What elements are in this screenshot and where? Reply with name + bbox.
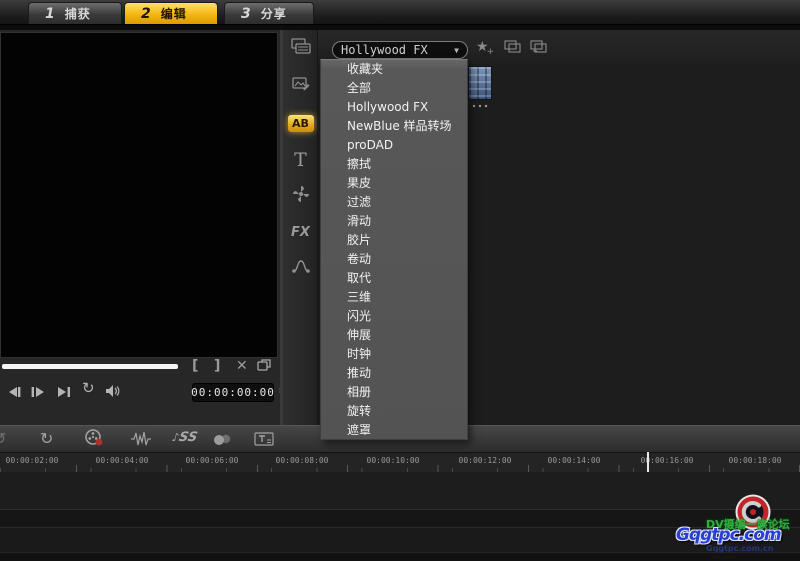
gallery-view-button-1[interactable]	[504, 39, 522, 58]
video-editor-window: 1 捕获 2 编辑 3 分享 [ ] ✕	[0, 0, 800, 561]
tab-capture[interactable]: 1 捕获	[28, 2, 122, 24]
dropdown-item[interactable]: 伸展	[321, 326, 467, 345]
previous-frame-icon[interactable]	[6, 383, 22, 402]
transition-ab-icon: AB	[288, 115, 314, 132]
tab-capture-number: 1	[45, 6, 55, 22]
ruler-label: 00:00:12:00	[449, 456, 521, 465]
split-clip-icon[interactable]: ✕	[236, 358, 248, 374]
library-nav-column: AB T FX	[283, 30, 318, 425]
dropdown-item[interactable]: 滑动	[321, 212, 467, 231]
add-to-favorites-button[interactable]: ★+	[476, 39, 496, 55]
list-view-icon	[530, 40, 548, 54]
path-icon	[292, 258, 310, 278]
nav-filter-button[interactable]: FX	[283, 215, 318, 249]
dropdown-item[interactable]: 擦拭	[321, 155, 467, 174]
watermark-sub-text: Gqgtpc.com.cn	[706, 544, 773, 553]
subtitle-editor-icon[interactable]	[254, 431, 274, 451]
tab-share-number: 3	[241, 6, 251, 22]
category-dropdown-value: Hollywood FX	[341, 43, 428, 57]
dropdown-item[interactable]: 胶片	[321, 231, 467, 250]
plus-icon: +	[487, 47, 495, 57]
ruler-label: 00:00:08:00	[266, 456, 338, 465]
photo-icon	[292, 76, 310, 96]
timeline-ruler[interactable]: 00:00:02:00 00:00:04:00 00:00:06:00 00:0…	[0, 452, 800, 472]
auto-music-icon[interactable]: ♪SS	[170, 430, 198, 445]
nav-media-button[interactable]	[283, 31, 318, 65]
undo-icon[interactable]: ↺	[0, 430, 6, 448]
nav-instant-project-button[interactable]	[283, 69, 318, 103]
category-dropdown-menu: 收藏夹 全部 Hollywood FX NewBlue 样品转场 proDAD …	[320, 59, 468, 440]
dropdown-item[interactable]: 推动	[321, 364, 467, 383]
dropdown-item[interactable]: 全部	[321, 79, 467, 98]
transition-thumbnail[interactable]	[468, 66, 492, 100]
tab-edit[interactable]: 2 编辑	[124, 2, 218, 24]
painting-creator-icon[interactable]	[212, 432, 232, 451]
ruler-label: 00:00:04:00	[86, 456, 158, 465]
timecode-value: 00:00:00:00	[191, 386, 275, 399]
dropdown-item[interactable]: Hollywood FX	[321, 98, 467, 117]
dropdown-item[interactable]: 时钟	[321, 345, 467, 364]
nav-transition-button[interactable]: AB	[283, 106, 318, 140]
dropdown-item[interactable]: 过滤	[321, 193, 467, 212]
sound-mixer-icon[interactable]	[130, 431, 152, 451]
dropdown-item[interactable]: proDAD	[321, 136, 467, 155]
enlarge-preview-icon[interactable]	[256, 358, 272, 376]
ruler-label: 00:00:14:00	[538, 456, 610, 465]
tab-edit-number: 2	[141, 6, 151, 22]
dropdown-item[interactable]: 相册	[321, 383, 467, 402]
mark-in-button[interactable]: [	[192, 358, 198, 374]
ruler-label: 00:00:16:00	[631, 456, 703, 465]
record-capture-icon[interactable]	[84, 429, 104, 451]
tab-edit-label: 编辑	[161, 5, 187, 22]
preview-video-area	[0, 32, 278, 358]
step-tab-bar: 1 捕获 2 编辑 3 分享	[0, 0, 800, 25]
playhead-marker[interactable]	[647, 452, 649, 472]
repeat-icon[interactable]: ↻	[82, 381, 95, 396]
gallery-view-button-2[interactable]	[530, 39, 548, 58]
dropdown-item[interactable]: NewBlue 样品转场	[321, 117, 467, 136]
ruler-label: 00:00:06:00	[176, 456, 248, 465]
thumbnail-view-icon	[504, 40, 522, 54]
preview-panel: [ ] ✕ ↻ 00:00:00:00	[0, 30, 280, 425]
tab-capture-label: 捕获	[65, 5, 91, 22]
next-frame-icon[interactable]	[56, 383, 72, 402]
dropdown-item[interactable]: 三维	[321, 288, 467, 307]
redo-icon[interactable]: ↻	[40, 430, 53, 448]
nav-graphic-button[interactable]	[283, 179, 318, 213]
ruler-label: 00:00:02:00	[0, 456, 68, 465]
trim-controls: [ ] ✕	[186, 358, 278, 376]
nav-title-button[interactable]: T	[283, 143, 318, 177]
dropdown-item[interactable]: 旋转	[321, 402, 467, 421]
play-icon[interactable]	[30, 383, 46, 402]
scrubber-bar[interactable]	[2, 364, 178, 369]
thumbnail-caption	[471, 104, 489, 108]
dropdown-item[interactable]: 卷动	[321, 250, 467, 269]
category-dropdown[interactable]: Hollywood FX ▼	[332, 41, 468, 59]
tab-share-label: 分享	[261, 5, 287, 22]
dropdown-item[interactable]: 遮罩	[321, 421, 467, 440]
watermark: DV摄编一族论坛 Gqgtpc.com Gqgtpc.com.cn	[672, 497, 792, 557]
title-t-icon: T	[294, 149, 307, 171]
nav-path-button[interactable]	[283, 251, 318, 285]
dropdown-item[interactable]: 果皮	[321, 174, 467, 193]
dropdown-item[interactable]: 取代	[321, 269, 467, 288]
graphic-icon	[292, 185, 310, 207]
mark-out-button[interactable]: ]	[214, 358, 220, 374]
playback-controls: ↻	[4, 382, 184, 402]
timecode-display[interactable]: 00:00:00:00 ▲ ▼	[192, 383, 274, 402]
dropdown-item[interactable]: 闪光	[321, 307, 467, 326]
filter-fx-icon: FX	[291, 225, 310, 240]
dropdown-item[interactable]: 收藏夹	[321, 60, 467, 79]
media-icon	[291, 38, 311, 59]
tab-share[interactable]: 3 分享	[224, 2, 314, 24]
auto-music-label: SS	[177, 430, 198, 445]
ruler-label: 00:00:18:00	[719, 456, 791, 465]
watermark-brand-text: Gqgtpc.com	[676, 525, 781, 545]
volume-icon[interactable]	[104, 383, 122, 402]
ruler-label: 00:00:10:00	[357, 456, 429, 465]
chevron-down-icon: ▼	[454, 46, 459, 55]
